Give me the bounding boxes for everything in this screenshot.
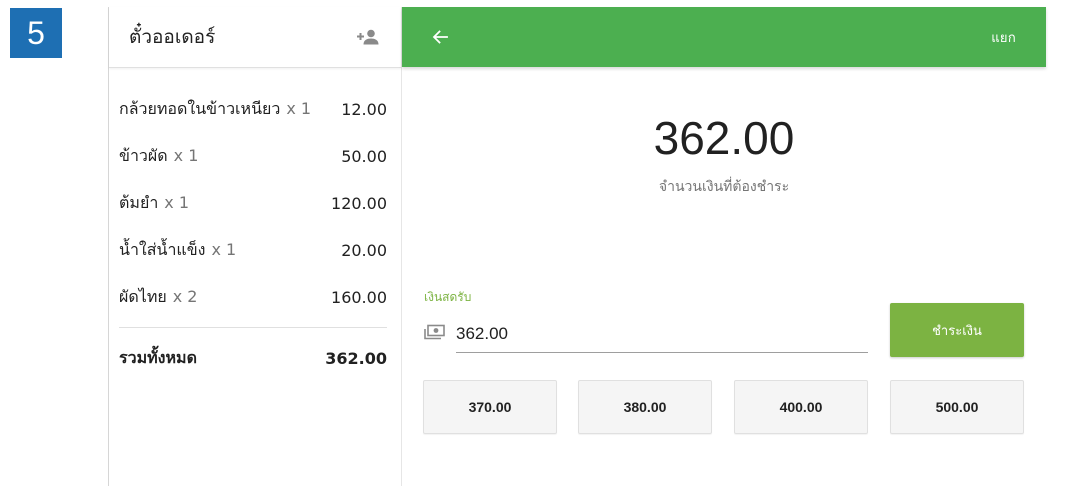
amount-due-caption: จำนวนเงินที่ต้องชำระ (658, 179, 790, 195)
total-value: 362.00 (325, 348, 387, 368)
cash-icon (424, 324, 446, 344)
item-price: 12.00 (341, 100, 387, 119)
cash-received-label: เงินสดรับ (424, 290, 472, 304)
item-quantity: x 2 (172, 287, 198, 306)
person-add-icon[interactable] (357, 29, 379, 45)
item-name: ต้มยำ (119, 193, 159, 212)
item-price: 50.00 (341, 147, 387, 166)
step-number-badge: 5 (10, 8, 62, 58)
cash-received-input[interactable] (456, 315, 868, 353)
item-price: 120.00 (331, 194, 387, 213)
pos-app: ตั๋วออเดอร์ กล้วยทอดในข้าวเหนียว x 1 12.0… (108, 7, 1046, 486)
ticket-header: ตั๋วออเดอร์ (109, 7, 401, 68)
quick-amount-button[interactable]: 500.00 (890, 380, 1024, 434)
charge-button[interactable]: ชำระเงิน (890, 303, 1024, 357)
cash-received-field (424, 313, 868, 355)
item-price: 20.00 (341, 241, 387, 260)
item-name: กล้วยทอดในข้าวเหนียว (119, 99, 281, 118)
item-quantity: x 1 (173, 146, 199, 165)
item-name: ข้าวผัด (119, 146, 168, 165)
ticket-item-list: กล้วยทอดในข้าวเหนียว x 1 12.00 ข้าวผัด x 1… (109, 68, 401, 380)
item-name: ผัดไทย (119, 287, 167, 306)
arrow-back-icon[interactable] (432, 30, 448, 44)
item-quantity: x 1 (164, 193, 190, 212)
ticket-item-row[interactable]: ต้มยำ x 1 120.00 (119, 180, 387, 227)
item-quantity: x 1 (286, 99, 312, 118)
item-name: น้ำใส่น้ำแข็ง (119, 240, 206, 259)
screen: 5 ตั๋วออเดอร์ กล้วยทอดในข้าวเหนียว x 1 1… (0, 0, 1078, 486)
ticket-total-row: รวมทั้งหมด 362.00 (119, 336, 387, 380)
ticket-item-row[interactable]: ข้าวผัด x 1 50.00 (119, 133, 387, 180)
ticket-item-row[interactable]: น้ำใส่น้ำแข็ง x 1 20.00 (119, 227, 387, 274)
total-label: รวมทั้งหมด (119, 347, 197, 367)
quick-amount-button[interactable]: 400.00 (734, 380, 868, 434)
quick-amount-button[interactable]: 380.00 (578, 380, 712, 434)
split-button[interactable]: แยก (991, 27, 1016, 48)
payment-panel: แยก 362.00 จำนวนเงินที่ต้องชำระ เงินสดรั… (402, 7, 1046, 486)
ticket-title: ตั๋วออเดอร์ (129, 26, 216, 48)
order-ticket-panel: ตั๋วออเดอร์ กล้วยทอดในข้าวเหนียว x 1 12.0… (109, 7, 402, 486)
ticket-item-row[interactable]: ผัดไทย x 2 160.00 (119, 274, 387, 321)
ticket-divider (119, 327, 387, 328)
ticket-item-row[interactable]: กล้วยทอดในข้าวเหนียว x 1 12.00 (119, 86, 387, 133)
item-price: 160.00 (331, 288, 387, 307)
item-quantity: x 1 (211, 240, 237, 259)
quick-amount-button[interactable]: 370.00 (423, 380, 557, 434)
payment-toolbar: แยก (402, 7, 1046, 67)
amount-due: 362.00 (653, 112, 795, 164)
